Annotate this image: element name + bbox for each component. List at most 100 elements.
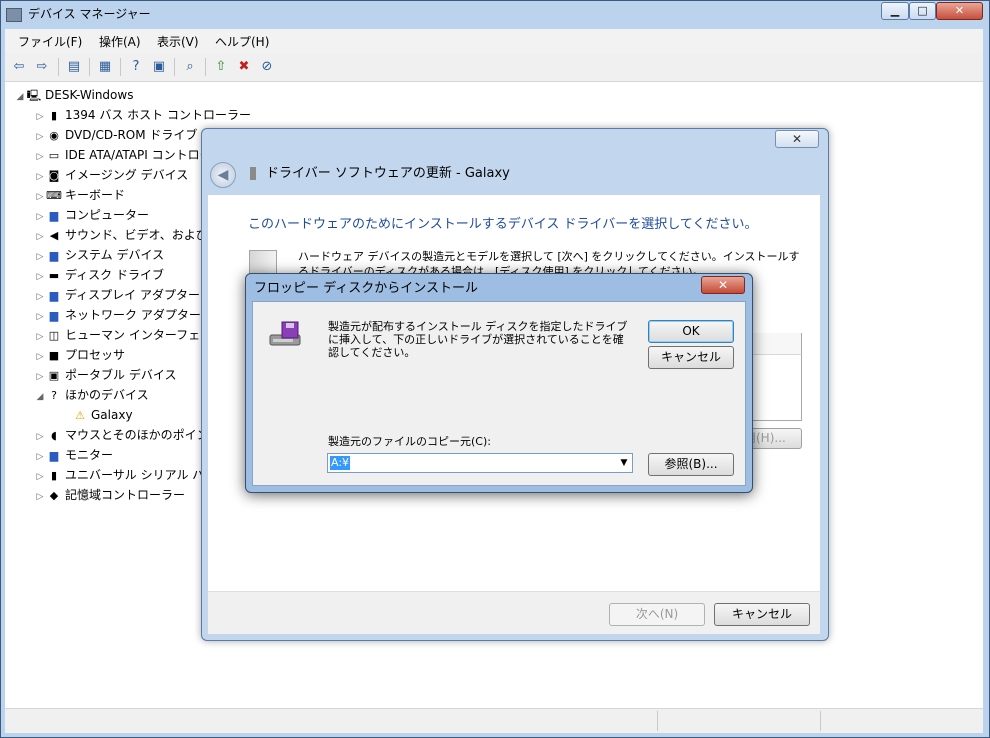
- warning-icon: ⚠: [75, 408, 85, 422]
- tree-item-label: Galaxy: [91, 408, 133, 422]
- scan-hardware-icon[interactable]: ⌕: [181, 58, 199, 76]
- menu-help[interactable]: ヘルプ(H): [215, 33, 269, 50]
- tree-item-label: サウンド、ビデオ、および: [65, 228, 208, 242]
- tree-item-label: DVD/CD-ROM ドライブ: [65, 128, 198, 142]
- tree-item-label: ほかのデバイス: [65, 388, 149, 402]
- tree-item-label: ヒューマン インターフェイス: [65, 328, 224, 342]
- copy-from-combobox[interactable]: [327, 453, 633, 473]
- expand-arrow-icon[interactable]: ▷: [34, 247, 46, 267]
- expand-arrow-icon[interactable]: ▷: [34, 307, 46, 327]
- back-icon[interactable]: ⇦: [10, 58, 28, 76]
- window-title: デバイス マネージャー: [28, 7, 151, 21]
- view-icon[interactable]: ▣: [150, 58, 168, 76]
- show-hide-console-tree-icon[interactable]: ▤: [65, 58, 83, 76]
- close-button[interactable]: ✕: [936, 2, 983, 20]
- floppy-close-button[interactable]: ✕: [701, 276, 745, 294]
- expand-arrow-icon[interactable]: ▷: [34, 267, 46, 287]
- ide-controller-icon: ▭: [48, 148, 60, 162]
- status-divider: [820, 711, 821, 731]
- collapse-arrow-icon[interactable]: ◢: [14, 87, 26, 107]
- status-divider: [657, 711, 658, 731]
- unknown-device-icon: ?: [51, 388, 57, 402]
- expand-arrow-icon[interactable]: ▷: [34, 367, 46, 387]
- computer-icon: 🖳: [26, 88, 42, 102]
- toolbar-separator: [205, 58, 206, 76]
- camera-icon: ◙: [48, 168, 60, 182]
- display-adapter-icon: ▆: [49, 288, 59, 302]
- minimize-button[interactable]: ▁: [881, 2, 909, 20]
- floppy-cancel-button[interactable]: キャンセル: [648, 346, 734, 369]
- expand-arrow-icon[interactable]: ▷: [34, 107, 46, 127]
- wizard-title: ドライバー ソフトウェアの更新 - Galaxy: [250, 164, 510, 184]
- status-bar: [5, 708, 983, 733]
- menu-view[interactable]: 表示(V): [157, 33, 199, 50]
- tree-item-label: イメージング デバイス: [65, 168, 189, 182]
- expand-arrow-icon[interactable]: ▷: [34, 487, 46, 507]
- back-arrow-icon: ◀: [217, 167, 229, 183]
- copy-from-label: 製造元のファイルのコピー元(C):: [328, 435, 491, 448]
- toolbar-separator: [120, 58, 121, 76]
- wizard-heading: このハードウェアのためにインストールするデバイス ドライバーを選択してください。: [248, 217, 758, 232]
- tree-item-label: キーボード: [65, 188, 126, 202]
- usb-plug-icon: ▮: [50, 108, 58, 122]
- expand-arrow-icon[interactable]: ▷: [34, 147, 46, 167]
- browse-button[interactable]: 参照(B)...: [648, 453, 734, 476]
- floppy-message: 製造元が配布するインストール ディスクを指定したドライブに挿入して、下の正しいド…: [328, 320, 628, 359]
- expand-arrow-icon[interactable]: ▷: [34, 347, 46, 367]
- usb-plug-icon: [250, 167, 256, 180]
- device-manager-icon: [6, 7, 22, 22]
- properties-icon[interactable]: ▦: [96, 58, 114, 76]
- menu-file[interactable]: ファイル(F): [18, 33, 82, 50]
- expand-arrow-icon[interactable]: ▷: [34, 287, 46, 307]
- expand-arrow-icon[interactable]: ▷: [34, 167, 46, 187]
- speaker-icon: ◀: [49, 228, 59, 242]
- tree-item[interactable]: ▷ ▮ 1394 バス ホスト コントローラー: [34, 105, 256, 125]
- tree-item-label: 記憶域コントローラー: [65, 488, 186, 502]
- expand-arrow-icon[interactable]: ▷: [34, 227, 46, 247]
- help-icon[interactable]: ?: [127, 58, 145, 76]
- expand-arrow-icon[interactable]: ▷: [34, 207, 46, 227]
- monitor-icon: ▆: [49, 248, 59, 262]
- forward-icon[interactable]: ⇨: [33, 58, 51, 76]
- disk-drive-icon: ▬: [48, 268, 60, 282]
- tree-item-label: プロセッサ: [65, 348, 126, 362]
- mouse-icon: ◖: [51, 428, 57, 442]
- wizard-title-text: ドライバー ソフトウェアの更新 - Galaxy: [266, 166, 510, 181]
- menu-bar: ファイル(F) 操作(A) 表示(V) ヘルプ(H): [5, 29, 983, 53]
- tree-item-label: ディスプレイ アダプター: [65, 288, 200, 302]
- tree-item-label: ディスク ドライブ: [65, 268, 164, 282]
- next-button[interactable]: 次へ(N): [609, 603, 705, 626]
- wizard-cancel-button[interactable]: キャンセル: [714, 603, 810, 626]
- network-adapter-icon: ▆: [49, 308, 59, 322]
- tree-item-label: ネットワーク アダプター: [65, 308, 201, 322]
- maximize-button[interactable]: □: [909, 2, 936, 20]
- ok-button[interactable]: OK: [648, 320, 734, 343]
- expand-arrow-icon[interactable]: ▷: [34, 447, 46, 467]
- expand-arrow-icon[interactable]: ▷: [34, 327, 46, 347]
- expand-arrow-icon[interactable]: ▷: [34, 187, 46, 207]
- uninstall-icon[interactable]: ✖: [235, 58, 253, 76]
- dropdown-arrow-icon[interactable]: ▼: [617, 455, 631, 471]
- expand-arrow-icon[interactable]: ▷: [34, 127, 46, 147]
- disable-icon[interactable]: ⊘: [258, 58, 276, 76]
- toolbar-separator: [174, 58, 175, 76]
- keyboard-icon: ⌨: [46, 188, 62, 202]
- toolbar: ⇦ ⇨ ▤ ▦ ? ▣ ⌕ ⇧ ✖ ⊘: [5, 53, 983, 82]
- monitor-icon: ▆: [49, 208, 59, 222]
- copy-from-value: A:¥: [330, 456, 351, 470]
- tree-item-label: モニター: [65, 448, 114, 462]
- tree-root[interactable]: ◢ 🖳 DESK-Windows: [14, 85, 256, 105]
- wizard-close-button[interactable]: ✕: [775, 130, 819, 148]
- collapse-arrow-icon[interactable]: ◢: [34, 387, 46, 407]
- processor-icon: ■: [48, 348, 60, 362]
- tree-item-label: ユニバーサル シリアル バス: [65, 468, 217, 482]
- expand-arrow-icon[interactable]: ▷: [34, 467, 46, 487]
- update-driver-icon[interactable]: ⇧: [212, 58, 230, 76]
- toolbar-separator: [89, 58, 90, 76]
- menu-action[interactable]: 操作(A): [99, 33, 141, 50]
- portable-device-icon: ▣: [48, 368, 60, 382]
- expand-arrow-icon[interactable]: ▷: [34, 427, 46, 447]
- storage-controller-icon: ◆: [49, 488, 59, 502]
- tree-item-label: ポータブル デバイス: [65, 368, 177, 382]
- wizard-back-button[interactable]: ◀: [210, 162, 236, 188]
